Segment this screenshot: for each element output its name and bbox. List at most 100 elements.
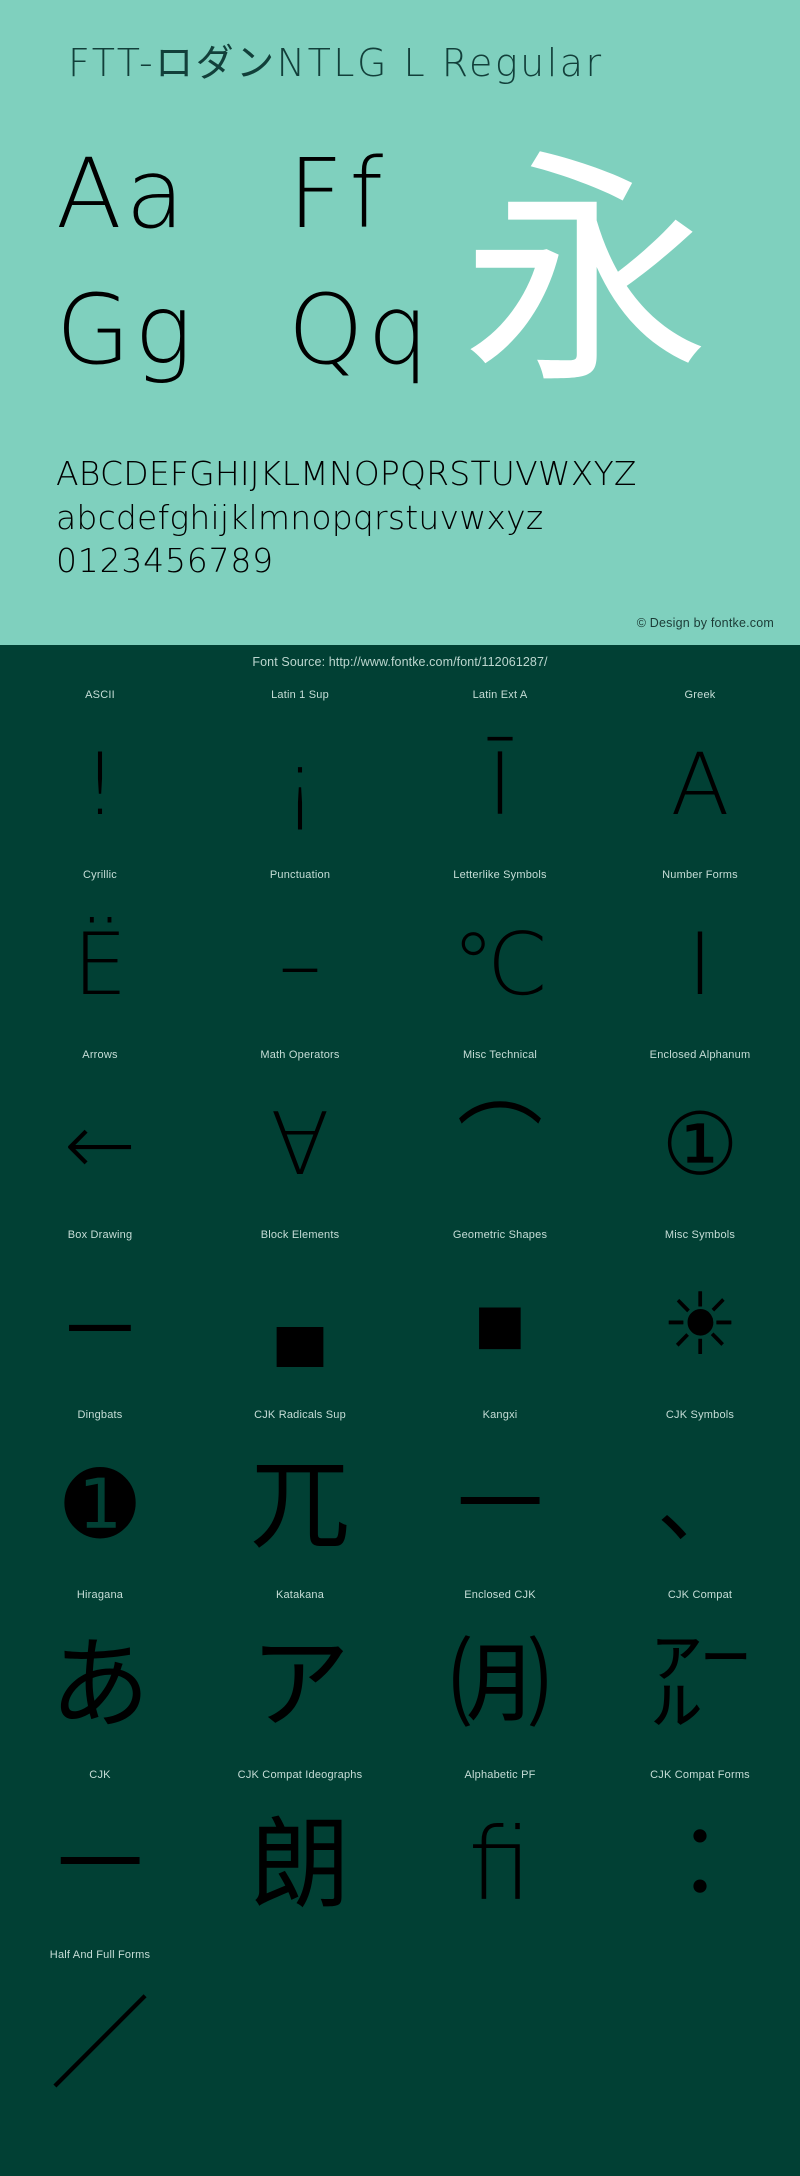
unicode-block-glyph: ➊	[63, 1455, 137, 1555]
unicode-block-glyph: 兀	[250, 1446, 350, 1563]
unicode-block-glyph: ︰	[650, 1806, 750, 1923]
unicode-block-label: ASCII	[85, 689, 115, 701]
unicode-block-label: Latin Ext A	[472, 689, 528, 701]
unicode-block-cell[interactable]: Block Elements ▄	[200, 1223, 400, 1403]
unicode-block-label: CJK Radicals Sup	[254, 1409, 346, 1421]
unicode-block-glyph: ¡	[282, 735, 318, 835]
unicode-block-cell[interactable]: Katakana ア	[200, 1583, 400, 1763]
unicode-block-cell[interactable]: CJK Radicals Sup 兀	[200, 1403, 400, 1583]
unicode-block-glyph: ■	[474, 1275, 526, 1375]
unicode-block-cell[interactable]: Misc Symbols ☀	[600, 1223, 800, 1403]
unicode-block-glyph: ア	[250, 1626, 350, 1743]
design-credit: © Design by fontke.com	[636, 616, 774, 630]
unicode-block-cell[interactable]: CJK Symbols 、	[600, 1403, 800, 1583]
sample-kanji-ei: 永	[462, 130, 710, 418]
sample-pair-ff: Ff	[288, 138, 390, 250]
unicode-block-glyph: あ	[50, 1626, 150, 1743]
unicode-block-grid: ASCII! Latin 1 Sup ¡ Latin Ext A Ī Greek Α Cyri…	[0, 683, 800, 2123]
unicode-block-label: Alphabetic PF	[464, 1769, 536, 1781]
unicode-block-cell[interactable]: Arrows ←	[0, 1043, 200, 1223]
unicode-block-cell[interactable]: CJK 一	[0, 1763, 200, 1943]
unicode-block-label: Math Operators	[260, 1049, 340, 1061]
uppercase-alphabet-line: ABCDEFGHIJKLMNOPQRSTUVWXYZ	[56, 454, 637, 493]
unicode-block-glyph: ☀	[661, 1275, 739, 1375]
unicode-block-glyph: ㌃	[650, 1626, 750, 1743]
unicode-block-glyph: ①	[661, 1095, 739, 1195]
unicode-block-cell[interactable]: Latin 1 Sup ¡	[200, 683, 400, 863]
unicode-block-glyph: ∀	[270, 1095, 330, 1195]
unicode-block-label: Arrows	[82, 1049, 118, 1061]
sample-pair-qq: Qq	[288, 274, 433, 386]
unicode-block-cell[interactable]: Misc Technical ⌒	[400, 1043, 600, 1223]
unicode-block-cell[interactable]: Letterlike Symbols ℃	[400, 863, 600, 1043]
unicode-block-label: CJK Compat	[667, 1589, 733, 1601]
digits-line: 0123456789	[56, 541, 274, 581]
unicode-block-label: Letterlike Symbols	[453, 869, 547, 881]
unicode-block-label: Number Forms	[662, 869, 738, 881]
unicode-block-cell[interactable]: Hiragana あ	[0, 1583, 200, 1763]
unicode-block-label: Misc Technical	[462, 1049, 538, 1061]
unicode-block-label: Half And Full Forms	[49, 1949, 151, 1961]
lowercase-alphabet-line: abcdefghijklmnopqrstuvwxyz	[56, 497, 544, 537]
unicode-block-cell[interactable]: Greek Α	[600, 683, 800, 863]
large-sample-glyphs: Aa Ff Gg Qq 永	[0, 140, 800, 450]
unicode-block-cell[interactable]: CJK Compat ㌃	[600, 1583, 800, 1763]
unicode-block-label: Cyrillic	[83, 869, 117, 881]
unicode-block-label: Hiragana	[76, 1589, 124, 1601]
unicode-block-glyph: 、	[657, 1455, 743, 1555]
unicode-block-glyph: Ⅰ	[687, 915, 713, 1015]
unicode-block-glyph: ▄	[276, 1286, 324, 1363]
unicode-block-glyph: ℃	[451, 915, 549, 1015]
unicode-block-label: Dingbats	[77, 1409, 123, 1421]
font-source-link[interactable]: Font Source: http://www.fontke.com/font/…	[0, 655, 800, 669]
unicode-block-glyph: ⌒	[457, 1095, 543, 1195]
unicode-block-label: CJK	[89, 1769, 111, 1781]
unicode-block-cell[interactable]: Half And Full Forms ／	[0, 1943, 200, 2123]
unicode-block-label: CJK Compat Forms	[650, 1769, 750, 1781]
unicode-block-cell[interactable]: Latin Ext A Ī	[400, 683, 600, 863]
unicode-block-cell[interactable]: Box Drawing ─	[0, 1223, 200, 1403]
unicode-block-cell[interactable]: ASCII!	[0, 683, 200, 863]
unicode-block-cell[interactable]: Math Operators ∀	[200, 1043, 400, 1223]
unicode-block-label: Enclosed Alphanum	[649, 1049, 751, 1061]
unicode-block-label: Box Drawing	[67, 1229, 133, 1241]
unicode-block-glyph: ←	[63, 1095, 137, 1195]
unicode-block-label: Misc Symbols	[664, 1229, 736, 1241]
unicode-block-label: Punctuation	[269, 869, 331, 881]
alphabet-sample-lines: ABCDEFGHIJKLMNOPQRSTUVWXYZ abcdefghijklm…	[56, 452, 776, 583]
unicode-block-label: Greek	[684, 689, 716, 701]
unicode-block-cell[interactable]: Cyrillic Ё	[0, 863, 200, 1043]
unicode-block-glyph: Ё	[72, 915, 128, 1015]
unicode-block-cell[interactable]: Dingbats ➊	[0, 1403, 200, 1583]
unicode-block-cell[interactable]: CJK Compat Forms ︰	[600, 1763, 800, 1943]
unicode-block-glyph: ─	[69, 1275, 131, 1375]
unicode-block-label: Block Elements	[260, 1229, 340, 1241]
unicode-block-glyph: Ī	[487, 735, 513, 835]
unicode-block-label: CJK Compat Ideographs	[237, 1769, 363, 1781]
sample-pair-gg: Gg	[56, 274, 196, 386]
unicode-block-label: CJK Symbols	[665, 1409, 735, 1421]
unicode-block-cell[interactable]: Geometric Shapes ■	[400, 1223, 600, 1403]
unicode-block-glyph: –	[278, 915, 322, 1015]
unicode-block-glyph: ㈪	[450, 1626, 550, 1743]
specimen-top-panel: FTT-ロダンNTLG L Regular Aa Ff Gg Qq 永 ABCD…	[0, 0, 800, 645]
unicode-block-label: Enclosed CJK	[464, 1589, 536, 1601]
page-title: FTT-ロダンNTLG L Regular	[68, 41, 604, 85]
unicode-block-glyph: 一	[57, 1815, 143, 1915]
unicode-block-glyph: Α	[670, 735, 730, 835]
unicode-block-cell[interactable]: Number Forms Ⅰ	[600, 863, 800, 1043]
unicode-block-cell[interactable]: Alphabetic PF ﬁ	[400, 1763, 600, 1943]
unicode-block-cell[interactable]: Kangxi 一	[400, 1403, 600, 1583]
unicode-block-label: Katakana	[275, 1589, 325, 1601]
sample-pair-aa: Aa	[56, 138, 189, 250]
unicode-block-label: Geometric Shapes	[452, 1229, 548, 1241]
unicode-block-glyph: 一	[457, 1455, 543, 1555]
unicode-block-cell[interactable]: CJK Compat Ideographs 朗	[200, 1763, 400, 1943]
unicode-block-cell[interactable]: Enclosed CJK ㈪	[400, 1583, 600, 1763]
unicode-block-glyph: ／	[50, 1986, 150, 2103]
unicode-block-cell[interactable]: Punctuation –	[200, 863, 400, 1043]
unicode-block-label: Latin 1 Sup	[271, 689, 329, 701]
font-specimen-page: FTT-ロダンNTLG L Regular Aa Ff Gg Qq 永 ABCD…	[0, 0, 800, 2176]
unicode-block-cell[interactable]: Enclosed Alphanum ①	[600, 1043, 800, 1223]
unicode-block-label: Kangxi	[482, 1409, 518, 1421]
